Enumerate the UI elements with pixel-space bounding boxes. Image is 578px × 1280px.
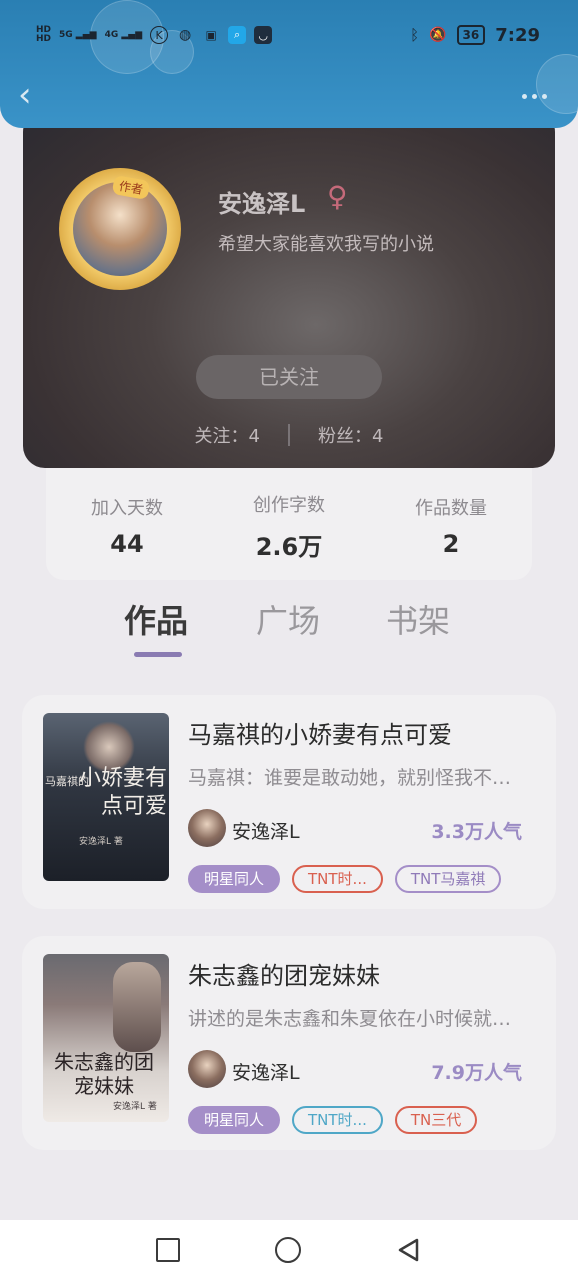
tab-works[interactable]: 作品: [124, 596, 188, 642]
status-time: 7:29: [495, 24, 540, 46]
female-gender-icon: ♀: [327, 180, 348, 213]
book-title[interactable]: 马嘉祺的小娇妻有点可爱: [188, 715, 452, 750]
divider: [288, 424, 290, 446]
profile-bio: 希望大家能喜欢我写的小说: [218, 234, 434, 255]
tag-star-fanfic[interactable]: 明星同人: [188, 865, 281, 893]
tab-plaza[interactable]: 广场: [256, 596, 320, 642]
book-title[interactable]: 朱志鑫的团宠妹妹: [188, 956, 380, 991]
content-tabs: 作品 广场 书架: [0, 596, 578, 657]
system-nav-bar: [0, 1220, 578, 1280]
book-description: 马嘉祺：谁要是敢动她，就别怪我不客气: [188, 767, 528, 789]
tag-tnt-era[interactable]: TNT时...: [292, 865, 383, 893]
follow-button[interactable]: 已关注: [196, 355, 382, 399]
book-cover[interactable]: 马嘉祺的 小娇妻有点可爱 安逸泽L 著: [43, 713, 169, 881]
book-card[interactable]: 朱志鑫的团宠妹妹 安逸泽L 著 朱志鑫的团宠妹妹 讲述的是朱志鑫和朱夏依在小时候…: [22, 936, 556, 1150]
book-author: 安逸泽L: [232, 1062, 300, 1084]
bluetooth-icon: ᛒ: [410, 26, 420, 44]
status-bar: HD HD 5G ▂▄▆ 4G ▂▄▆ K ◍ ▣ ⌕ ◡ ᛒ 🔕 36 7:29: [36, 18, 540, 52]
profile-name: 安逸泽L: [218, 190, 306, 218]
following-count[interactable]: 关注：4: [195, 422, 260, 448]
profile-card: 作者 安逸泽L ♀ 希望大家能喜欢我写的小说 已关注 关注：4 粉丝：4: [23, 110, 555, 468]
book-card[interactable]: 马嘉祺的 小娇妻有点可爱 安逸泽L 著 马嘉祺的小娇妻有点可爱 马嘉祺：谁要是敢…: [22, 695, 556, 909]
tag-star-fanfic[interactable]: 明星同人: [188, 1106, 281, 1134]
sim-signal-icon: HD HD: [36, 25, 52, 44]
5g-signal-icon: 5G ▂▄▆: [59, 29, 97, 40]
book-cover[interactable]: 朱志鑫的团宠妹妹 安逸泽L 著: [43, 954, 169, 1122]
book-tags: 明星同人 TNT时... TNT马嘉祺: [188, 865, 502, 893]
decor-bubble: [536, 54, 578, 114]
app-icon: ▣: [205, 28, 217, 42]
stat-works-count: 作品数量 2: [415, 494, 487, 558]
stat-value: 2.6万: [255, 532, 323, 561]
follow-counts: 关注：4 粉丝：4: [23, 422, 555, 448]
book-description: 讲述的是朱志鑫和朱夏依在小时候就分开了: [188, 1008, 528, 1030]
author-avatar: [188, 809, 226, 847]
tag-tnt-era[interactable]: TNT时...: [292, 1106, 383, 1134]
author-avatar: [188, 1050, 226, 1088]
stat-value: 44: [110, 530, 144, 558]
k-app-icon: K: [150, 26, 169, 44]
bag-app-icon: ◡: [254, 26, 273, 44]
book-popularity: 7.9万人气: [431, 1062, 522, 1084]
mute-bell-icon: 🔕: [429, 27, 447, 43]
4g-signal-icon: 4G ▂▄▆: [104, 29, 143, 40]
search-app-icon: ⌕: [228, 26, 247, 44]
stat-value: 2: [442, 530, 460, 558]
followers-count[interactable]: 粉丝：4: [318, 422, 383, 448]
stat-join-days: 加入天数 44: [91, 494, 163, 558]
stats-panel: 加入天数 44 创作字数 2.6万 作品数量 2: [46, 468, 532, 580]
battery-icon: 36: [456, 25, 486, 45]
book-popularity: 3.3万人气: [431, 821, 522, 843]
tag-tn-third-gen[interactable]: TN三代: [394, 1106, 478, 1134]
cover-author: 安逸泽L 著: [79, 837, 123, 847]
recent-apps-icon[interactable]: [156, 1238, 180, 1262]
cover-title: 小娇妻有点可爱: [78, 766, 167, 819]
stat-word-count: 创作字数 2.6万: [253, 491, 325, 562]
home-icon[interactable]: [275, 1237, 301, 1263]
more-options-icon[interactable]: [522, 88, 552, 104]
wechat-icon: ◍: [179, 27, 192, 43]
tab-indicator: [134, 652, 182, 657]
stat-label: 作品数量: [415, 498, 487, 519]
avatar: [73, 182, 167, 276]
back-triangle-icon[interactable]: [396, 1237, 422, 1263]
cover-title: 朱志鑫的团宠妹妹: [54, 1050, 154, 1098]
stat-label: 创作字数: [253, 494, 325, 516]
header-bar: HD HD 5G ▂▄▆ 4G ▂▄▆ K ◍ ▣ ⌕ ◡ ᛒ 🔕 36 7:29…: [0, 0, 578, 128]
back-chevron-icon[interactable]: ‹: [18, 78, 46, 114]
tab-bookshelf[interactable]: 书架: [386, 596, 450, 642]
tag-tnt-ma-jiaqi[interactable]: TNT马嘉祺: [394, 865, 502, 893]
book-author: 安逸泽L: [232, 821, 300, 843]
stat-label: 加入天数: [91, 498, 163, 519]
cover-author: 安逸泽L 著: [113, 1102, 157, 1112]
cover-figure: [113, 962, 161, 1052]
book-tags: 明星同人 TNT时... TN三代: [188, 1106, 478, 1134]
